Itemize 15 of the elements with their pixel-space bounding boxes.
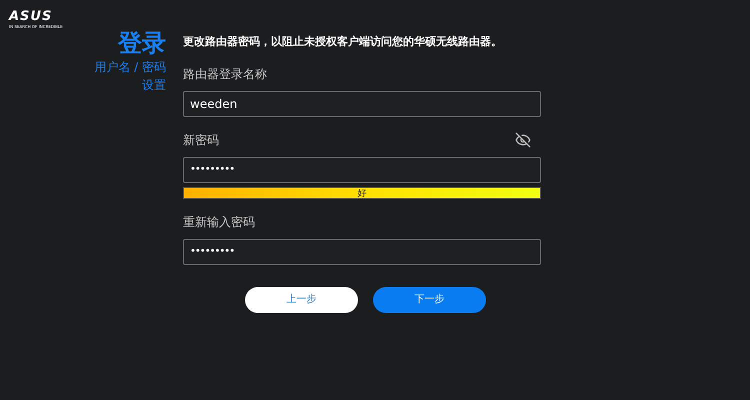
page-title: 登录: [118, 28, 166, 58]
page-subtitle: 用户名 / 密码: [94, 59, 166, 76]
password-field[interactable]: •••••••••: [183, 238, 541, 264]
back-button[interactable]: 上一步: [245, 286, 358, 312]
field-label: 重新输入密码: [183, 214, 255, 230]
field-label: 新密码: [183, 132, 219, 148]
hide-password-icon[interactable]: [515, 132, 531, 148]
intro-text: 更改路由器密码，以阻止未授权客户端访问您的华硕无线路由器。: [183, 34, 503, 50]
text-field[interactable]: weeden: [183, 90, 541, 116]
next-button[interactable]: 下一步: [373, 286, 486, 312]
field-label: 路由器登录名称: [183, 66, 267, 82]
strength-label: 好: [356, 188, 368, 200]
password-field[interactable]: •••••••••: [183, 156, 541, 182]
brand-logo: ASUS: [9, 10, 52, 23]
page-subtitle: 设置: [142, 77, 166, 94]
